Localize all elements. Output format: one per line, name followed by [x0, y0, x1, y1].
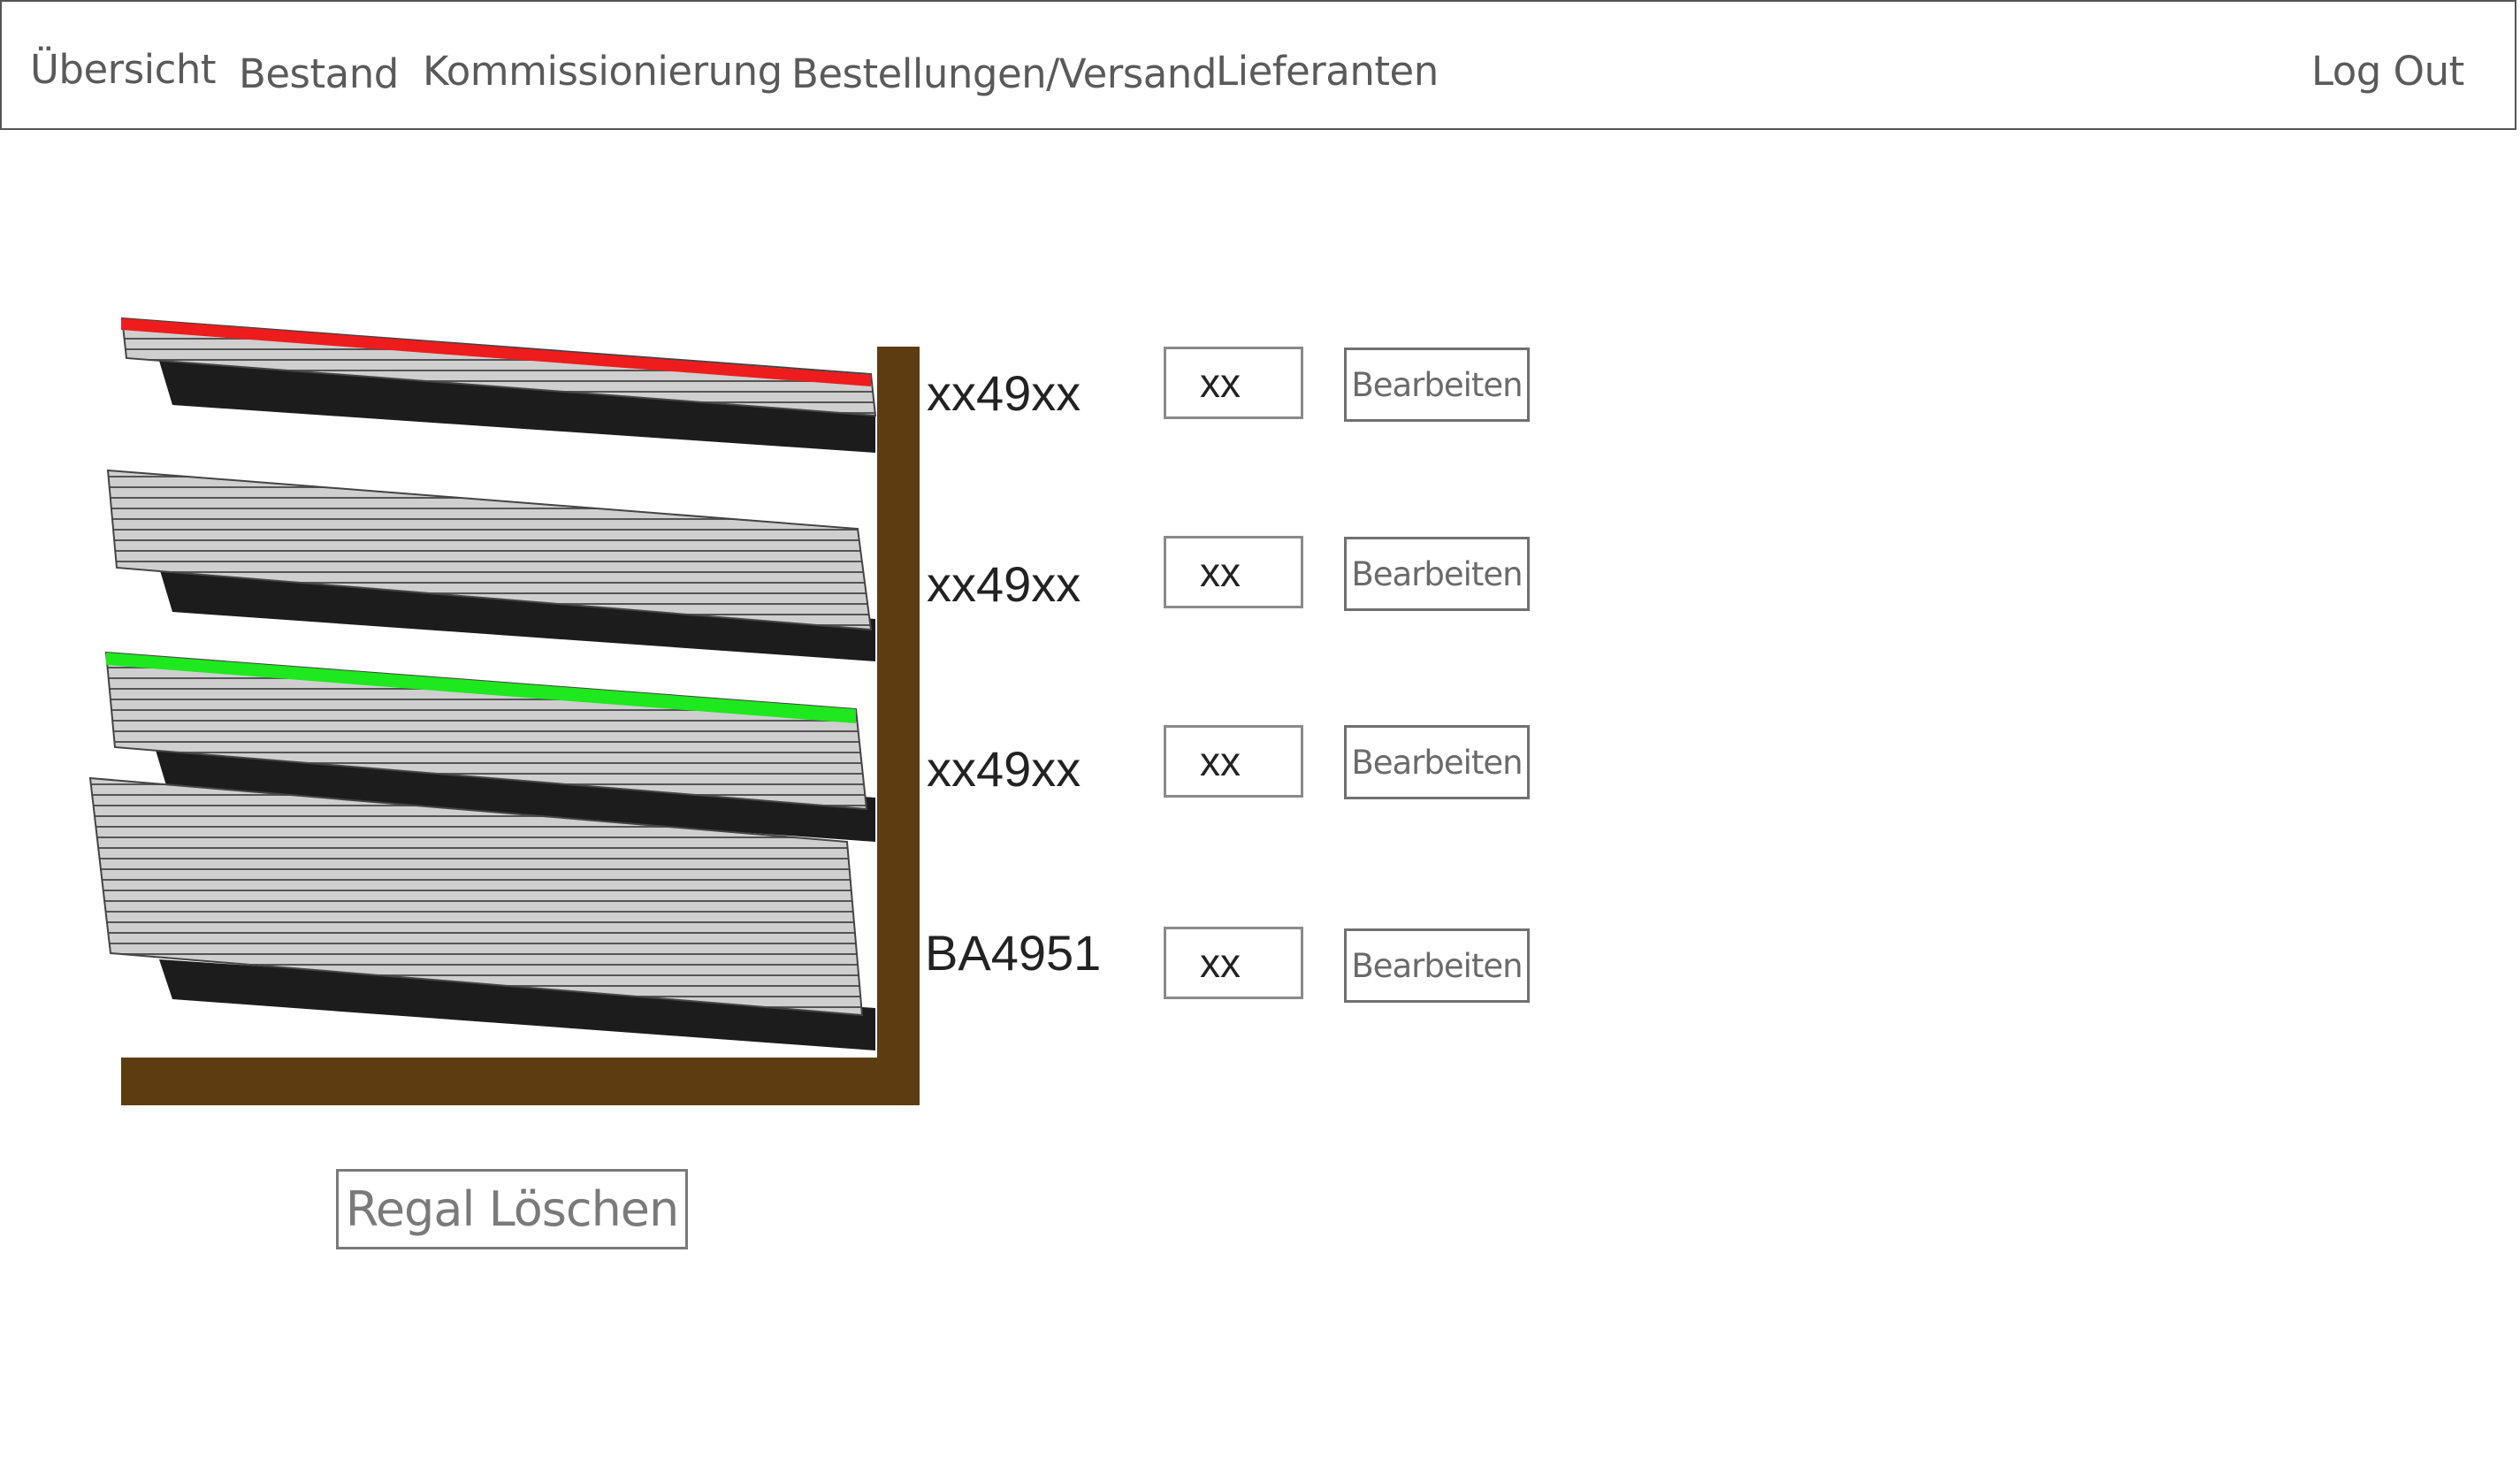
edit-button[interactable]: Bearbeiten — [1344, 348, 1530, 422]
logout-link[interactable]: Log Out — [2311, 48, 2464, 95]
shelf-upright — [877, 347, 920, 1105]
delete-shelf-button[interactable]: Regal Löschen — [336, 1169, 688, 1249]
slot-label: xx49xx — [927, 556, 1081, 612]
edit-button[interactable]: Bearbeiten — [1344, 537, 1530, 611]
slot-label: xx49xx — [927, 741, 1081, 797]
shelf-level-2 — [106, 469, 875, 661]
quantity-input[interactable] — [1164, 725, 1303, 798]
edit-button[interactable]: Bearbeiten — [1344, 725, 1530, 799]
quantity-input[interactable] — [1164, 347, 1303, 419]
quantity-input[interactable] — [1164, 927, 1303, 999]
slot-label: xx49xx — [927, 365, 1081, 421]
quantity-input[interactable] — [1164, 536, 1303, 608]
nav-item-lieferanten[interactable]: Lieferanten — [1216, 48, 1439, 95]
shelf-level-1 — [120, 317, 877, 453]
edit-button[interactable]: Bearbeiten — [1344, 928, 1530, 1003]
slot-label: BA4951 — [925, 925, 1102, 981]
shelf-illustration — [88, 317, 920, 1105]
shelf-base — [121, 1058, 920, 1105]
